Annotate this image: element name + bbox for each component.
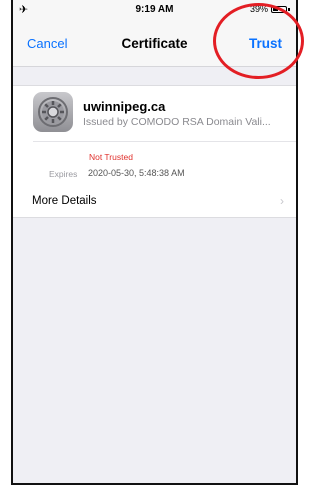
certificate-issuer: Issued by COMODO RSA Domain Vali... [83, 116, 271, 128]
status-bar: ✈ 9:19 AM 39% [13, 0, 296, 20]
more-details-row[interactable]: More Details › [13, 187, 296, 218]
trust-button[interactable]: Trust [249, 36, 282, 51]
expires-label: Expires [49, 169, 78, 179]
more-details-label: More Details [32, 195, 97, 207]
trust-status: Not Trusted [89, 152, 133, 162]
status-right: 39% [250, 4, 290, 14]
gear-icon [33, 92, 73, 132]
nav-bar: Cancel Certificate Trust [13, 20, 296, 67]
battery-percent: 39% [249, 4, 268, 14]
battery-level [273, 7, 278, 11]
battery-nub [288, 7, 290, 11]
expires-value: 2020-05-30, 5:48:38 AM [88, 168, 185, 178]
phone-screen: ✈ 9:19 AM 39% Cancel Certificate Trust u… [11, 0, 298, 485]
divider [33, 141, 296, 142]
certificate-name: uwinnipeg.ca [83, 99, 166, 114]
chevron-right-icon: › [280, 194, 284, 208]
battery-icon [271, 5, 287, 13]
certificate-card: uwinnipeg.ca Issued by COMODO RSA Domain… [13, 85, 296, 188]
